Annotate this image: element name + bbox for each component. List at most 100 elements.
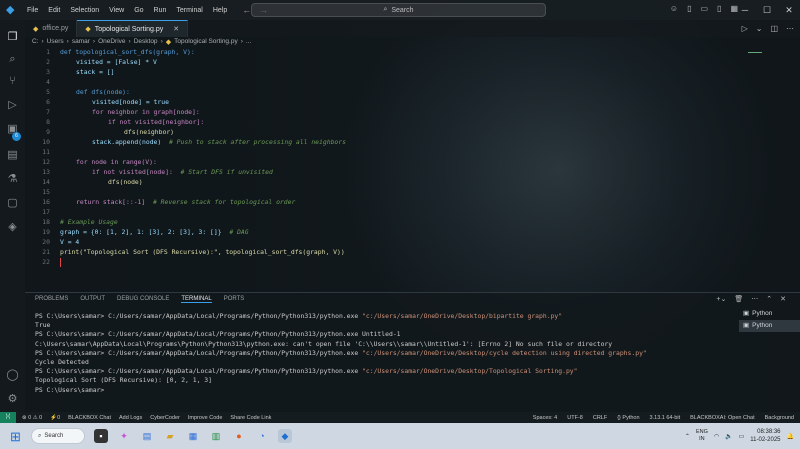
interpreter-version[interactable]: 3.13.1 64-bit xyxy=(650,415,681,421)
terminal-string: "c:/Users/samar/OneDrive/Desktop/cycle d… xyxy=(362,348,647,357)
chat-icon[interactable]: ▢ xyxy=(5,196,20,211)
store-icon[interactable]: ▦ xyxy=(186,429,200,443)
problems-count[interactable]: ⊗ 0 ⚠ 0 xyxy=(22,415,42,421)
menu-view[interactable]: View xyxy=(104,7,129,14)
copilot-app-icon[interactable]: ✦ xyxy=(117,429,131,443)
chevron-up-icon[interactable]: ⌃ xyxy=(685,433,690,440)
line-number: 9 xyxy=(46,128,50,136)
breadcrumb-item[interactable]: Users xyxy=(47,38,64,48)
run-python-file-icon[interactable]: ▷ xyxy=(742,24,748,33)
code-token: if not visited[node]: xyxy=(92,168,173,176)
close-panel-icon[interactable]: ✕ xyxy=(780,295,786,303)
encoding[interactable]: UTF-8 xyxy=(567,415,583,421)
code-line: 2 visited = [False] * V xyxy=(25,58,725,68)
code-text: visited[node] = true xyxy=(92,98,169,106)
excel-icon[interactable]: ▥ xyxy=(209,429,223,443)
terminal-list: ▣ Python ▣ Python xyxy=(739,308,800,334)
blackbox-chat[interactable]: BLACKBOX Chat xyxy=(68,415,111,421)
battery-icon[interactable]: ▭ xyxy=(739,433,745,440)
python-file-icon: ◆ xyxy=(33,25,39,33)
toggle-secondary-sidebar-icon[interactable]: ▯ xyxy=(717,4,721,13)
code-line: 12 for node in range(V): xyxy=(25,158,725,168)
teams-icon[interactable]: ▤ xyxy=(140,429,154,443)
language-mode[interactable]: {} Python xyxy=(617,415,639,421)
new-terminal-icon[interactable]: +⌄ xyxy=(716,295,726,303)
more-actions-icon[interactable]: ⋯ xyxy=(786,24,794,33)
chevron-down-icon[interactable]: ⌄ xyxy=(756,24,763,33)
minimap[interactable] xyxy=(748,52,762,60)
firefox-icon[interactable]: ● xyxy=(232,429,246,443)
close-tab-icon[interactable]: ✕ xyxy=(173,25,179,33)
code-token: stack.append(node) xyxy=(92,138,162,146)
blackbox-icon[interactable]: ◈ xyxy=(5,220,20,235)
breadcrumb-item[interactable]: samar xyxy=(72,38,90,48)
code-editor[interactable]: 1 def topological_sort_dfs(graph, V): 2 vi… xyxy=(25,48,725,288)
notifications-bell-icon[interactable]: 🔔 xyxy=(787,433,794,440)
maximize-panel-icon[interactable]: ⌃ xyxy=(766,295,772,303)
indentation[interactable]: Spaces: 4 xyxy=(533,415,557,421)
task-view-icon[interactable]: ▪ xyxy=(94,429,108,443)
toggle-sidebar-icon[interactable]: ▯ xyxy=(687,4,691,13)
python-file-icon: ◆ xyxy=(165,39,172,46)
tab-terminal[interactable]: TERMINAL xyxy=(181,296,212,303)
menu-run[interactable]: Run xyxy=(149,7,172,14)
tab-office-py[interactable]: ◆ office.py xyxy=(25,20,78,37)
trash-icon[interactable]: 🗑 xyxy=(734,295,743,303)
search-view-icon[interactable]: ⌕ xyxy=(5,52,20,67)
menu-file[interactable]: File xyxy=(22,7,43,14)
testing-icon[interactable]: ⚗ xyxy=(5,172,20,187)
tab-problems[interactable]: PROBLEMS xyxy=(35,296,68,303)
language-indicator[interactable]: ENG IN xyxy=(696,429,708,443)
toggle-panel-icon[interactable]: ▭ xyxy=(700,4,708,13)
volume-icon[interactable]: 🔈 xyxy=(725,433,732,440)
menu-terminal[interactable]: Terminal xyxy=(171,7,207,14)
minimize-icon[interactable]: ─ xyxy=(734,0,756,20)
explorer-icon[interactable]: ❐ xyxy=(5,30,20,45)
back-arrow-icon[interactable]: ← xyxy=(242,5,251,15)
split-editor-icon[interactable]: ◫ xyxy=(770,24,778,33)
windows-start-icon[interactable]: ⊞ xyxy=(10,430,23,443)
tab-topological-sorting[interactable]: ◆ Topological Sorting.py ✕ xyxy=(77,20,189,37)
other-app-icon[interactable]: ◔ xyxy=(255,429,269,443)
tab-ports[interactable]: PORTS xyxy=(224,296,245,303)
remote-explorer-icon[interactable]: ▤ xyxy=(5,148,20,163)
vscode-taskbar-icon[interactable]: ◆ xyxy=(278,429,292,443)
tab-output[interactable]: OUTPUT xyxy=(80,296,105,303)
breadcrumb-item[interactable]: Desktop xyxy=(134,38,158,48)
file-explorer-icon[interactable]: ▰ xyxy=(163,429,177,443)
terminal-output[interactable]: PS C:\Users\samar> C:/Users/samar/AppDat… xyxy=(35,312,735,395)
tab-debug-console[interactable]: DEBUG CONSOLE xyxy=(117,296,169,303)
terminal-list-item[interactable]: ▣ Python xyxy=(739,320,800,332)
maximize-icon[interactable]: ☐ xyxy=(756,0,778,20)
line-endings[interactable]: CRLF xyxy=(593,415,607,421)
add-logs[interactable]: Add Logs xyxy=(119,415,142,421)
settings-gear-icon[interactable]: ⚙ xyxy=(5,392,20,407)
taskbar-search[interactable]: ⌕ Search xyxy=(31,428,85,444)
clock[interactable]: 08:38:36 11-02-2025 xyxy=(750,428,780,444)
share-code-link[interactable]: Share Code Link xyxy=(230,415,271,421)
wifi-icon[interactable]: ◠ xyxy=(714,433,719,440)
more-actions-icon[interactable]: ⋯ xyxy=(751,295,758,303)
cybercoder[interactable]: CyberCoder xyxy=(150,415,180,421)
copilot-icon[interactable]: ☺ xyxy=(670,4,678,13)
menu-edit[interactable]: Edit xyxy=(43,7,65,14)
menu-help[interactable]: Help xyxy=(208,7,232,14)
breadcrumb-item[interactable]: C: xyxy=(32,38,39,48)
source-control-icon[interactable]: ⑂ xyxy=(5,74,20,89)
remote-indicator-icon[interactable]: ⟩⟨ xyxy=(0,412,16,423)
menu-selection[interactable]: Selection xyxy=(65,7,104,14)
ports-count[interactable]: ⚡0 xyxy=(50,415,60,421)
close-window-icon[interactable]: ✕ xyxy=(778,0,800,20)
breadcrumb-item[interactable]: OneDrive xyxy=(98,38,125,48)
background-toggle[interactable]: Background xyxy=(765,415,794,421)
account-icon[interactable]: ◯ xyxy=(5,368,20,383)
run-debug-icon[interactable]: ▷ xyxy=(5,98,20,113)
command-center-search[interactable]: ⌕ Search xyxy=(251,3,546,17)
improve-code[interactable]: Improve Code xyxy=(188,415,223,421)
breadcrumb-item[interactable]: ... xyxy=(246,38,251,48)
breadcrumb-item[interactable]: Topological Sorting.py xyxy=(174,38,238,48)
blackboxai-open-chat[interactable]: BLACKBOXAI: Open Chat xyxy=(690,415,755,421)
terminal-list-item[interactable]: ▣ Python xyxy=(739,308,800,320)
menu-go[interactable]: Go xyxy=(129,7,148,14)
code-line: 13 if not visited[node]: # Start DFS if u… xyxy=(25,168,725,178)
